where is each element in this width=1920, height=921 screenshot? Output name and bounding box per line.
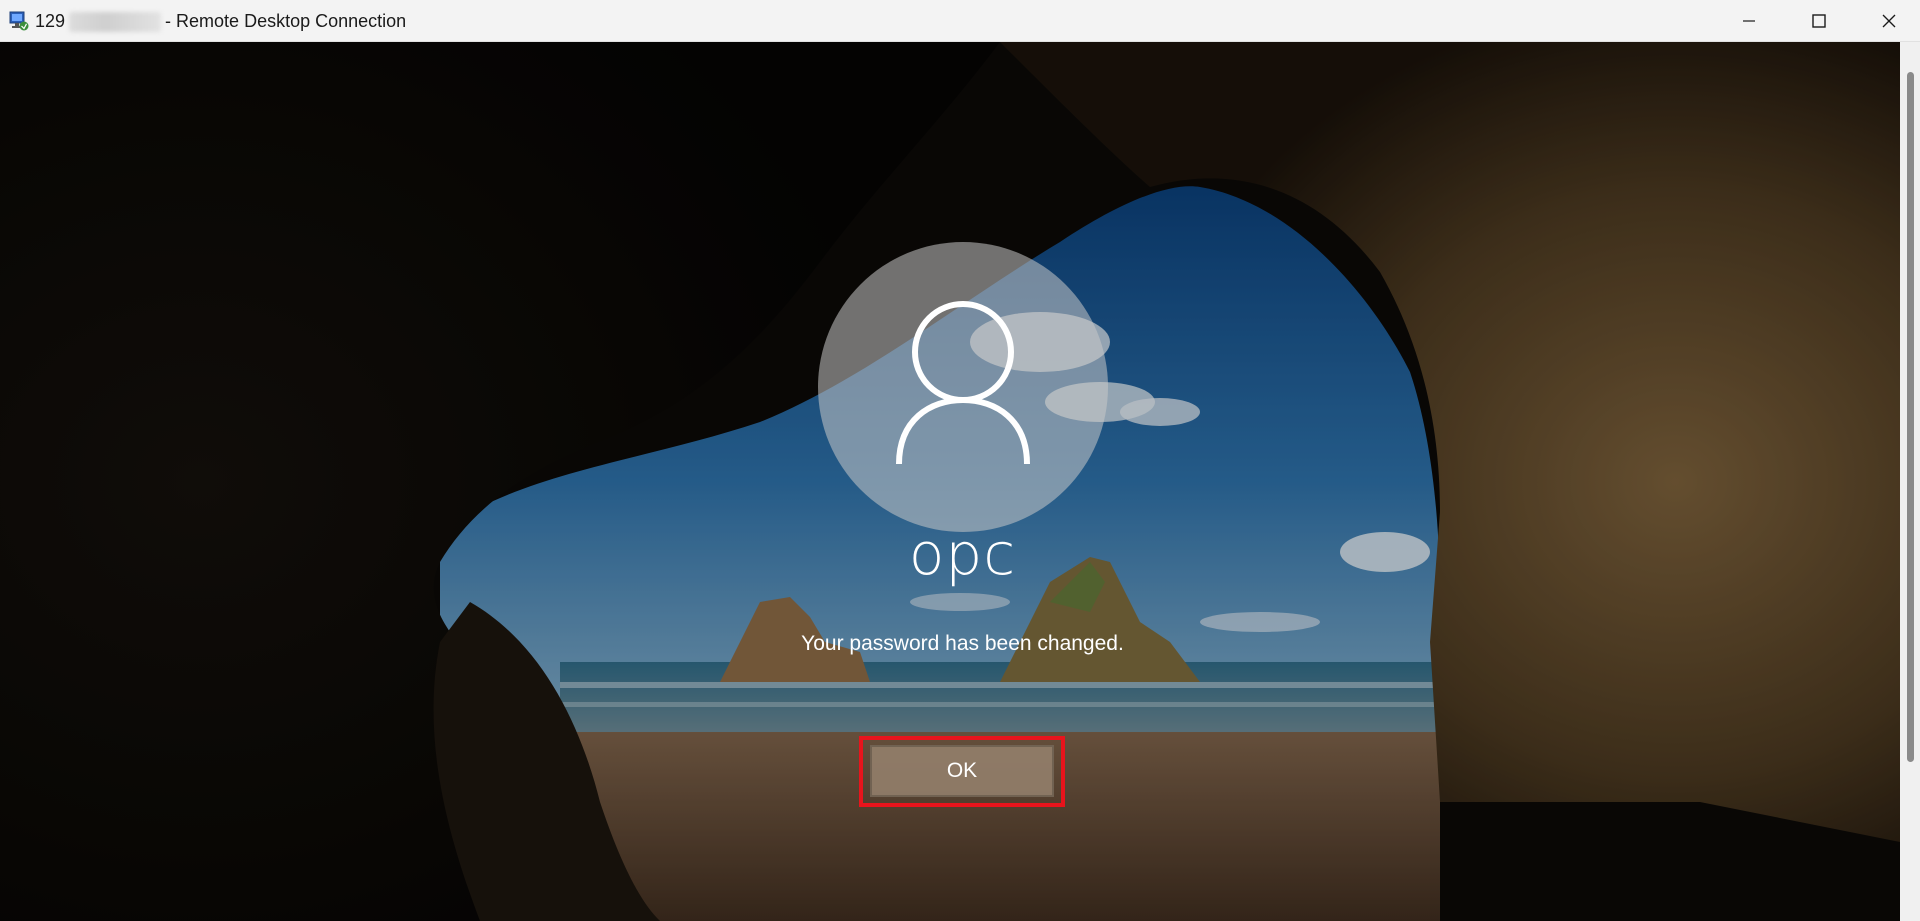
- scrollbar-thumb[interactable]: [1907, 72, 1914, 762]
- redacted-ip-address: [69, 11, 162, 32]
- title-bar[interactable]: 129 - Remote Desktop Connection: [0, 0, 1920, 42]
- close-button[interactable]: [1854, 0, 1920, 42]
- window-title: 129 - Remote Desktop Connection: [35, 11, 406, 32]
- title-ip-prefix: 129: [35, 11, 66, 31]
- user-avatar: [818, 242, 1108, 532]
- remote-desktop-icon: [9, 11, 29, 31]
- remote-desktop-window: 129 - Remote Desktop Connection opc Your…: [0, 0, 1920, 921]
- username-label: opc: [908, 520, 1017, 588]
- remote-session-area[interactable]: opc Your password has been changed. OK: [0, 42, 1900, 921]
- password-changed-message: Your password has been changed.: [801, 632, 1124, 655]
- minimize-icon: [1743, 20, 1755, 22]
- title-app-name: - Remote Desktop Connection: [165, 11, 407, 31]
- vertical-scrollbar[interactable]: [1900, 42, 1920, 921]
- user-avatar-icon: [896, 301, 1030, 465]
- ok-button[interactable]: OK: [870, 745, 1054, 797]
- maximize-icon: [1812, 14, 1826, 28]
- minimize-button[interactable]: [1714, 0, 1784, 42]
- close-icon: [1882, 14, 1896, 28]
- maximize-button[interactable]: [1784, 0, 1854, 42]
